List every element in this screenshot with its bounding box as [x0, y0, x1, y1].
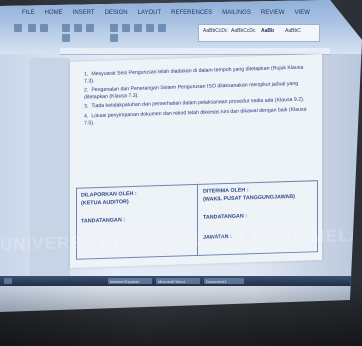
ribbon-tab-view[interactable]: VIEW — [295, 10, 310, 16]
received-by-label: DITERIMA OLEH : — [203, 187, 249, 195]
styles-gallery[interactable]: AaBbCcDc AaBbCcDc AaBb AaBbC — [198, 24, 320, 42]
reported-by-role: (KETUA AUDITOR) — [81, 199, 129, 207]
align-right-icon[interactable] — [158, 24, 166, 32]
ribbon-tab-home[interactable]: HOME — [45, 10, 63, 16]
ribbon-tab-layout[interactable]: LAYOUT — [138, 10, 162, 16]
ribbon-tab-design[interactable]: DESIGN — [105, 10, 128, 16]
align-center-icon[interactable] — [146, 24, 154, 32]
findings-list: 1. Mesyuarat Sesi Pengurusan telah diadak… — [84, 64, 314, 129]
italic-icon[interactable] — [74, 24, 82, 32]
bullets-icon[interactable] — [110, 24, 118, 32]
received-by-role: (WAKIL PUSAT TANGGUNGJAWAB) — [203, 193, 295, 203]
style-heading1[interactable]: AaBb — [261, 28, 274, 34]
ribbon-tabs: FILE HOME INSERT DESIGN LAYOUT REFERENCE… — [22, 10, 310, 16]
paste-icon[interactable] — [14, 24, 22, 32]
reported-by-label: DILAPORKAN OLEH : — [81, 190, 137, 199]
word-ribbon: FILE HOME INSERT DESIGN LAYOUT REFERENCE… — [0, 0, 362, 54]
font-color-icon[interactable] — [62, 34, 70, 42]
align-left-icon[interactable] — [134, 24, 142, 32]
right-signature-label: TANDATANGAN : — [203, 213, 248, 221]
copy-icon[interactable] — [40, 24, 48, 32]
numbering-icon[interactable] — [122, 24, 130, 32]
bold-icon[interactable] — [62, 24, 70, 32]
ribbon-tab-references[interactable]: REFERENCES — [171, 10, 212, 16]
left-signature-label: TANDATANGAN : — [81, 217, 126, 225]
ribbon-tab-review[interactable]: REVIEW — [261, 10, 285, 16]
style-normal[interactable]: AaBbCcDc — [203, 28, 227, 34]
indent-icon[interactable] — [110, 34, 118, 42]
lower-shadow — [0, 280, 362, 346]
ribbon-tab-mailings[interactable]: MAILINGS — [222, 10, 251, 16]
ruler — [60, 48, 330, 55]
style-no-spacing[interactable]: AaBbCcDc — [231, 28, 255, 34]
cut-icon[interactable] — [28, 24, 36, 32]
style-heading2[interactable]: AaBbC — [285, 28, 301, 34]
underline-icon[interactable] — [86, 24, 94, 32]
ribbon-tab-insert[interactable]: INSERT — [73, 10, 95, 16]
ribbon-tab-file[interactable]: FILE — [22, 10, 35, 16]
